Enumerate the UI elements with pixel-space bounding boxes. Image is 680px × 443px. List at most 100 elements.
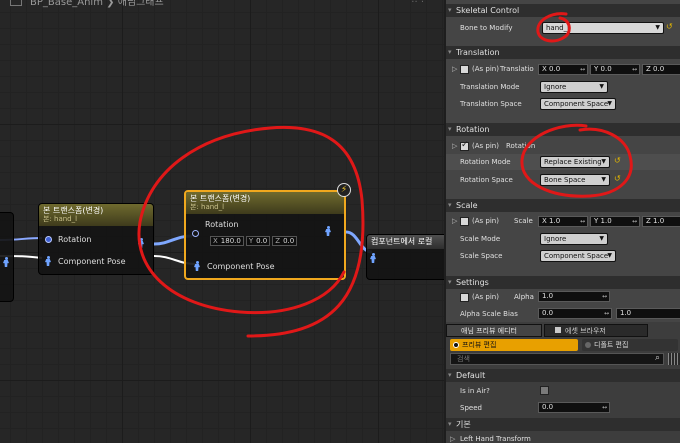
- anim-preview-panel: 애님 프리뷰 에디터 에셋 브라우저 프리뷰 편집 디폴트 편집 검색 ⌕ De…: [444, 322, 680, 443]
- chevron-down-icon: ▼: [601, 158, 606, 165]
- alpha-bias-min-field[interactable]: 0.0 ↔: [538, 308, 612, 319]
- translation-aspin-label: (As pin): [472, 65, 499, 73]
- node-modify-bone-left[interactable]: 본 트랜스폼(변경) 본: hand_l Rotation Component …: [38, 203, 154, 275]
- pin-rotation-label: Rotation: [58, 235, 92, 244]
- alpha-label: Alpha: [514, 293, 534, 301]
- rotation-space-combo[interactable]: Bone Space ▼: [540, 174, 610, 186]
- rotation-mode-label: Rotation Mode: [460, 158, 511, 166]
- tab-asset-browser[interactable]: 에셋 브라우저: [544, 324, 648, 337]
- translation-mode-label: Translation Mode: [460, 83, 520, 91]
- node-subtitle: 본: hand_l: [190, 203, 225, 211]
- category-basic[interactable]: 기본: [446, 418, 680, 431]
- expand-arrow-icon[interactable]: ▷: [452, 217, 457, 225]
- node-header: 본 트랜스폼(변경) 본: hand_l: [186, 192, 344, 214]
- search-icon[interactable]: ⌕: [655, 353, 660, 363]
- chevron-down-icon: ▼: [655, 24, 660, 31]
- rotation-row-label: Rotation: [506, 142, 536, 150]
- scale-z-field[interactable]: Z 1.0: [642, 216, 680, 227]
- speed-label: Speed: [460, 404, 482, 412]
- translation-mode-combo[interactable]: Ignore ▼: [540, 81, 608, 93]
- rotation-pin-icon[interactable]: [192, 230, 199, 237]
- node-title: 컴포넌트에서 로컬: [371, 237, 433, 246]
- reset-arrow-icon[interactable]: ↺: [666, 22, 673, 31]
- reset-arrow-icon[interactable]: ↺: [614, 174, 621, 183]
- left-hand-transform-label: Left Hand Transform: [460, 435, 531, 443]
- chevron-down-icon: ▼: [607, 100, 612, 107]
- pin-pose-label: Component Pose: [58, 256, 126, 266]
- rotation-y-field[interactable]: Y 0.0: [245, 236, 271, 246]
- rotation-aspin-label: (As pin): [472, 142, 499, 150]
- output-pose-pin-icon[interactable]: [325, 226, 331, 236]
- translation-z-field[interactable]: Z 0.0: [642, 64, 680, 75]
- spin-icon: ↔: [579, 218, 585, 225]
- category-scale[interactable]: Scale: [446, 199, 680, 212]
- scale-aspin-label: (As pin): [472, 217, 499, 225]
- translation-y-field[interactable]: Y 0.0 ↔: [590, 64, 640, 75]
- node-left-stub[interactable]: [0, 212, 14, 302]
- expand-arrow-icon[interactable]: ▷: [452, 142, 457, 150]
- spin-icon: ↔: [601, 293, 607, 300]
- scale-row-label: Scale: [514, 217, 533, 225]
- bone-to-modify-label: Bone to Modify: [460, 24, 513, 32]
- pin-pose-row[interactable]: Component Pose: [194, 261, 275, 271]
- rotation-aspin-checkbox[interactable]: [460, 140, 469, 151]
- scale-space-label: Scale Space: [460, 252, 503, 260]
- alpha-aspin-label: (As pin): [472, 293, 499, 301]
- category-settings[interactable]: Settings: [446, 276, 680, 289]
- category-default[interactable]: Default: [446, 369, 680, 382]
- pin-rotation-label: Rotation: [205, 220, 239, 229]
- category-skeletal-control[interactable]: Skeletal Control: [446, 4, 680, 17]
- expand-arrow-icon[interactable]: ▷: [452, 65, 457, 73]
- alpha-scale-bias-label: Alpha Scale Bias: [460, 310, 518, 318]
- lightning-icon: ⚡: [337, 183, 351, 197]
- node-header: 본 트랜스폼(변경) 본: hand_l: [39, 204, 153, 226]
- subtab-default-edit[interactable]: 디폴트 편집: [582, 339, 678, 351]
- pin-rotation-row[interactable]: Rotation: [45, 235, 91, 244]
- rotation-pin-icon[interactable]: [45, 236, 52, 243]
- expand-arrow-icon[interactable]: ▷: [450, 435, 455, 443]
- rotation-z-field[interactable]: Z 0.0: [272, 236, 298, 246]
- alpha-field[interactable]: 1.0 ↔: [538, 291, 610, 302]
- reset-arrow-icon[interactable]: ↺: [614, 156, 621, 165]
- rotation-mode-combo[interactable]: Replace Existing ▼: [540, 156, 610, 168]
- scale-space-combo[interactable]: Component Space ▼: [540, 250, 616, 262]
- node-subtitle: 본: hand_l: [43, 215, 78, 223]
- category-rotation[interactable]: Rotation: [446, 123, 680, 136]
- node-title: 본 트랜스폼(변경): [190, 194, 251, 203]
- scale-x-field[interactable]: X 1.0 ↔: [538, 216, 588, 227]
- pose-pin-icon[interactable]: [194, 261, 200, 271]
- view-options-icon[interactable]: [668, 353, 680, 365]
- translation-space-combo[interactable]: Component Space ▼: [540, 98, 616, 110]
- tab-anim-preview-editor[interactable]: 애님 프리뷰 에디터: [446, 324, 542, 337]
- alpha-bias-max-field[interactable]: 1.0: [616, 308, 680, 319]
- scale-aspin-checkbox[interactable]: [460, 217, 469, 226]
- bone-to-modify-combo[interactable]: hand_l ▼: [542, 22, 664, 34]
- pin-pose-row[interactable]: Component Pose: [45, 256, 126, 266]
- output-pose-pin-icon[interactable]: [138, 238, 144, 248]
- radio-on-icon: [453, 342, 459, 348]
- translation-x-field[interactable]: X 0.0 ↔: [538, 64, 588, 75]
- subtab-preview-edit[interactable]: 프리뷰 편집: [450, 339, 578, 351]
- alpha-aspin-checkbox[interactable]: [460, 293, 469, 302]
- is-in-air-checkbox[interactable]: [540, 386, 549, 395]
- speed-field[interactable]: 0.0 ↔: [538, 402, 610, 413]
- category-translation[interactable]: Translation: [446, 46, 680, 59]
- spin-icon: ↔: [631, 218, 637, 225]
- input-pose-pin-icon[interactable]: [370, 253, 376, 263]
- scale-y-field[interactable]: Y 1.0 ↔: [590, 216, 640, 227]
- pose-pin-icon[interactable]: [3, 257, 9, 267]
- anim-graph-canvas[interactable]: BP_Base_Anim ❯ 애님그래프 ·· · 본 트랜스폼(변경) 본: …: [0, 0, 444, 443]
- rotation-space-label: Rotation Space: [460, 176, 513, 184]
- spin-icon: ↔: [603, 310, 609, 317]
- pose-pin-icon[interactable]: [45, 256, 51, 266]
- node-component-to-local[interactable]: 컴포넌트에서 로컬: [366, 234, 444, 280]
- scale-mode-label: Scale Mode: [460, 235, 501, 243]
- translation-space-label: Translation Space: [460, 100, 522, 108]
- translation-aspin-checkbox[interactable]: [460, 65, 469, 74]
- node-modify-bone-main[interactable]: 본 트랜스폼(변경) 본: hand_l Rotation X 180.0 Y 0.…: [184, 190, 346, 280]
- bone-to-modify-value: hand_l: [546, 24, 570, 32]
- details-search-input[interactable]: 검색 ⌕: [450, 353, 664, 365]
- rotation-x-field[interactable]: X 180.0: [210, 236, 244, 246]
- asset-browser-icon: [555, 327, 561, 333]
- scale-mode-combo[interactable]: Ignore ▼: [540, 233, 608, 245]
